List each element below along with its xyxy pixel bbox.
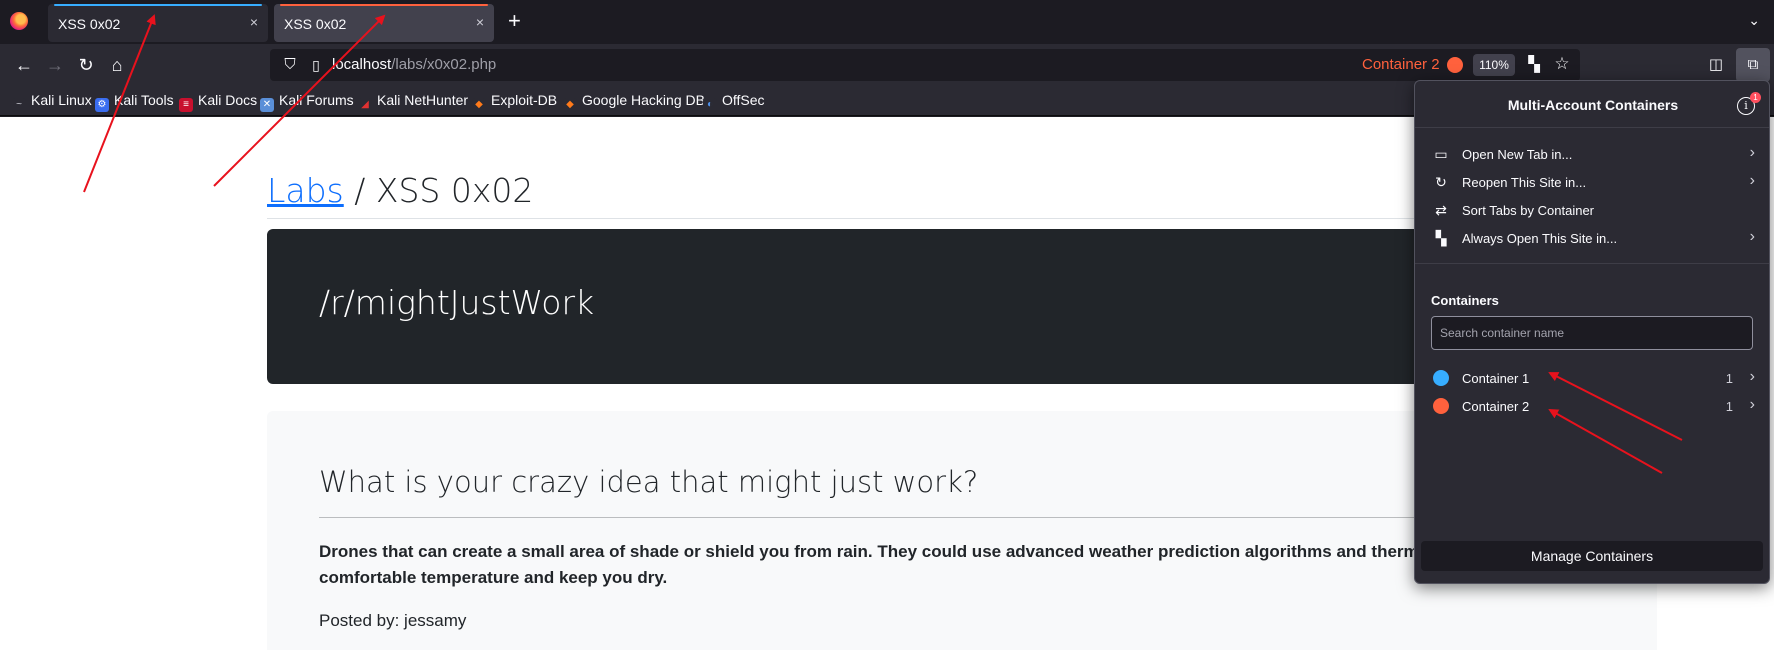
menu-reopen-this-site-in[interactable]: ↻ Reopen This Site in... › bbox=[1415, 167, 1769, 197]
tracking-protection-shield-icon[interactable]: ⛉ bbox=[280, 55, 300, 75]
manage-containers-button[interactable]: Manage Containers bbox=[1421, 541, 1763, 571]
post-author: Posted by: jessamy bbox=[319, 611, 467, 630]
chevron-right-icon: › bbox=[1749, 228, 1755, 245]
chevron-right-icon: › bbox=[1749, 144, 1755, 161]
bookmark-kali-forums[interactable]: ✕ Kali Forums bbox=[260, 92, 354, 112]
container-circle-icon bbox=[1433, 370, 1449, 386]
menu-item-label: Open New Tab in... bbox=[1462, 147, 1573, 162]
ghdb-icon: ◆ bbox=[563, 98, 577, 112]
reload-icon[interactable]: ↻ bbox=[74, 53, 98, 77]
hero-title: /r/mightJustWork bbox=[319, 283, 595, 322]
bookmark-kali-tools[interactable]: ⚙ Kali Tools bbox=[95, 92, 174, 112]
breadcrumb-link-labs[interactable]: Labs bbox=[267, 171, 344, 210]
container-indicator-line bbox=[280, 4, 488, 6]
container-indicator-line bbox=[54, 4, 262, 6]
kali-dragon-icon: ~ bbox=[12, 98, 26, 112]
tab-2[interactable]: XSS 0x02 × bbox=[274, 4, 494, 42]
forward-arrow-icon[interactable]: → bbox=[43, 53, 67, 77]
close-icon[interactable]: × bbox=[250, 14, 258, 30]
tab-title: XSS 0x02 bbox=[284, 16, 347, 32]
post-title: What is your crazy idea that might just … bbox=[319, 465, 979, 499]
divider bbox=[1415, 127, 1769, 128]
container-tab-count: 1 bbox=[1725, 399, 1733, 414]
nethunter-icon: ◢ bbox=[358, 98, 372, 112]
bookmark-kali-docs[interactable]: ≡ Kali Docs bbox=[179, 92, 257, 112]
multi-account-containers-popup: Multi-Account Containers i 1 ▭ Open New … bbox=[1414, 80, 1770, 584]
bookmark-label: Google Hacking DB bbox=[582, 92, 705, 108]
container-circle-icon bbox=[1433, 398, 1449, 414]
post-body: Drones that can create a small area of s… bbox=[319, 542, 1536, 587]
firefox-logo-icon[interactable] bbox=[10, 12, 28, 30]
container-item-2[interactable]: Container 2 1 › bbox=[1415, 392, 1769, 420]
bookmark-label: Kali Forums bbox=[279, 92, 354, 108]
container-name: Container 1 bbox=[1462, 371, 1530, 386]
divider bbox=[1415, 263, 1769, 264]
tab-1[interactable]: XSS 0x02 × bbox=[48, 4, 268, 42]
url-text[interactable]: localhost/labs/x0x02.php bbox=[332, 56, 496, 73]
sort-icon: ⇄ bbox=[1435, 202, 1447, 218]
menu-sort-tabs-by-container[interactable]: ⇄ Sort Tabs by Container bbox=[1415, 195, 1769, 225]
bookmark-exploit-db[interactable]: ◆ Exploit-DB bbox=[472, 92, 557, 112]
bookmark-label: Kali Tools bbox=[114, 92, 174, 108]
bookmark-label: OffSec bbox=[722, 92, 765, 108]
kali-tools-icon: ⚙ bbox=[95, 98, 109, 112]
bookmark-star-icon[interactable]: ☆ bbox=[1552, 54, 1572, 74]
chevron-right-icon[interactable]: › bbox=[1750, 396, 1755, 414]
breadcrumb-current: XSS 0x02 bbox=[375, 171, 534, 210]
notification-badge: 1 bbox=[1750, 92, 1761, 103]
containers-heading: Containers bbox=[1431, 293, 1499, 308]
bookmark-google-hacking-db[interactable]: ◆ Google Hacking DB bbox=[563, 92, 705, 112]
url-host: localhost bbox=[332, 56, 392, 73]
breadcrumb-separator: / bbox=[343, 171, 376, 210]
url-path: /labs/x0x02.php bbox=[391, 56, 497, 73]
pocket-icon[interactable]: ◫ bbox=[1704, 53, 1728, 77]
bookmark-label: Kali Linux bbox=[31, 92, 92, 108]
kali-docs-icon: ≡ bbox=[179, 98, 193, 112]
tab-title: XSS 0x02 bbox=[58, 16, 121, 32]
container-grid-icon[interactable]: ▚ bbox=[1524, 55, 1544, 75]
menu-open-new-tab-in[interactable]: ▭ Open New Tab in... › bbox=[1415, 139, 1769, 169]
list-all-tabs-icon[interactable]: ⌄ bbox=[1748, 12, 1760, 29]
breadcrumb: Labs / XSS 0x02 bbox=[267, 171, 533, 210]
address-bar[interactable]: ⛉ ▯ localhost/labs/x0x02.php Container 2… bbox=[270, 49, 1580, 81]
always-open-icon: ▚ bbox=[1435, 230, 1447, 246]
popup-title: Multi-Account Containers bbox=[1507, 97, 1679, 113]
bookmark-offsec[interactable]: ◐ OffSec bbox=[703, 92, 765, 112]
exploit-db-icon: ◆ bbox=[472, 98, 486, 112]
new-tab-icon: ▭ bbox=[1434, 146, 1448, 162]
bookmark-label: Kali Docs bbox=[198, 92, 258, 108]
home-icon[interactable]: ⌂ bbox=[105, 53, 129, 77]
page-info-icon[interactable]: ▯ bbox=[306, 55, 326, 75]
bookmark-label: Kali NetHunter bbox=[377, 92, 469, 108]
menu-item-label: Reopen This Site in... bbox=[1462, 175, 1587, 190]
bookmark-kali-nethunter[interactable]: ◢ Kali NetHunter bbox=[358, 92, 468, 112]
new-tab-button[interactable]: + bbox=[508, 8, 521, 34]
bookmark-label: Exploit-DB bbox=[491, 92, 558, 108]
zoom-level-button[interactable]: 110% bbox=[1473, 54, 1515, 76]
container-search-input[interactable] bbox=[1431, 316, 1753, 350]
chevron-right-icon: › bbox=[1749, 172, 1755, 189]
chevron-right-icon[interactable]: › bbox=[1750, 368, 1755, 386]
bookmark-kali-linux[interactable]: ~ Kali Linux bbox=[12, 92, 92, 112]
tab-strip: XSS 0x02 × XSS 0x02 × + ⌄ bbox=[0, 0, 1774, 44]
container-circle-icon bbox=[1447, 57, 1463, 73]
container-name: Container 2 bbox=[1462, 399, 1530, 414]
kali-forums-icon: ✕ bbox=[260, 98, 274, 112]
menu-item-label: Always Open This Site in... bbox=[1462, 231, 1618, 246]
close-icon[interactable]: × bbox=[476, 14, 484, 30]
extensions-puzzle-icon[interactable]: ⧉ bbox=[1736, 48, 1770, 82]
reload-icon: ↻ bbox=[1435, 174, 1447, 190]
container-tab-count: 1 bbox=[1725, 371, 1733, 386]
back-arrow-icon[interactable]: ← bbox=[12, 53, 36, 77]
menu-always-open-this-site-in[interactable]: ▚ Always Open This Site in... › bbox=[1415, 223, 1769, 253]
offsec-icon: ◐ bbox=[703, 98, 717, 112]
menu-item-label: Sort Tabs by Container bbox=[1462, 203, 1594, 218]
container-item-1[interactable]: Container 1 1 › bbox=[1415, 364, 1769, 392]
container-label[interactable]: Container 2 bbox=[1362, 56, 1440, 73]
